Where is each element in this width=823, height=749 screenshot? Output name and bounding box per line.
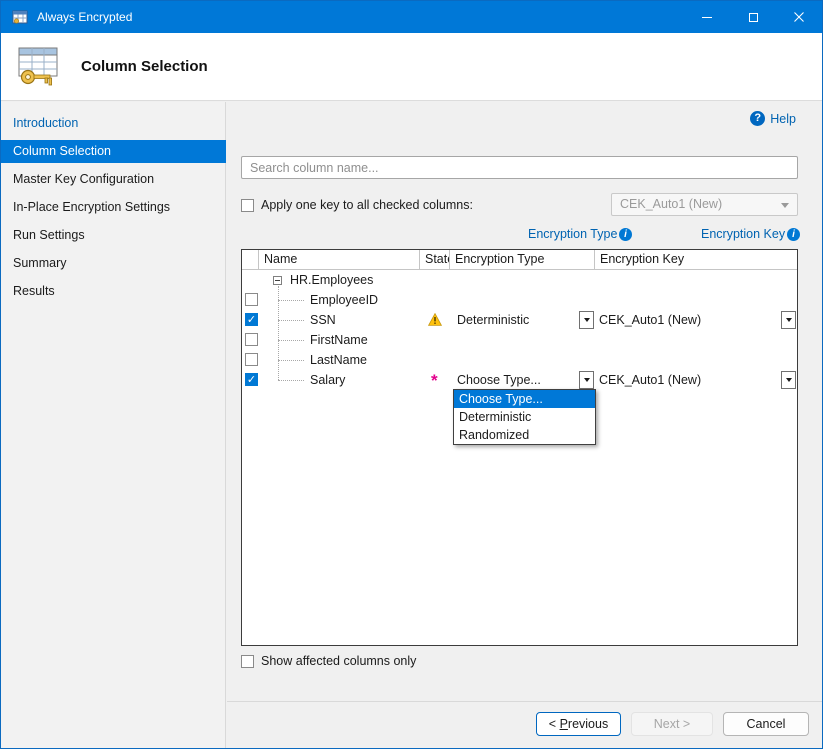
previous-label-rest: revious [568,717,608,731]
help-link[interactable]: ? Help [750,111,796,126]
dropdown-arrow-icon [786,318,792,322]
wizard-header: Column Selection [1,33,822,101]
minimize-icon [702,17,712,18]
sidebar-item-master-key-configuration[interactable]: Master Key Configuration [1,168,226,191]
tree-connector-line [278,300,304,301]
previous-button[interactable]: < Previous [536,712,621,736]
encryption-key-dropdown-button[interactable] [781,311,796,329]
grid-header-checkbox-col [242,250,259,270]
sidebar-item-summary[interactable]: Summary [1,252,226,275]
footer-divider [227,701,823,702]
table-group-label[interactable]: HR.Employees [290,270,373,290]
required-icon: * [431,374,438,388]
tree-connector-line [278,360,304,361]
sidebar-item-run-settings[interactable]: Run Settings [1,224,226,247]
encryption-type-dropdown-button[interactable] [579,311,594,329]
previous-accesskey: P [560,717,568,731]
grid-header-encryption-type[interactable]: Encryption Type [450,250,595,270]
column-name[interactable]: SSN [310,310,336,330]
tree-connector-line [278,320,304,321]
tree-connector-line [278,380,304,381]
warning-icon [428,313,442,326]
dropdown-arrow-icon [584,378,590,382]
window-controls [684,1,822,33]
row-checkbox-employeeid[interactable] [245,293,258,306]
encryption-key-dropdown-button[interactable] [781,371,796,389]
maximize-icon [749,13,758,22]
next-button[interactable]: Next > [631,712,713,736]
cancel-button[interactable]: Cancel [723,712,809,736]
dropdown-option-choose-type[interactable]: Choose Type... [454,390,595,408]
always-encrypted-wizard-window: Always Encrypted Colu [0,0,823,749]
window-title: Always Encrypted [37,10,132,24]
encryption-key-link[interactable]: Encryption Key [701,227,785,241]
sidebar-item-column-selection[interactable]: Column Selection [1,140,226,163]
encryption-key-value: CEK_Auto1 (New) [599,310,701,330]
encryption-type-link[interactable]: Encryption Type [528,227,617,241]
chevron-down-icon [781,203,789,208]
grid-header-name[interactable]: Name [259,250,420,270]
help-icon: ? [750,111,765,126]
columns-grid: Name State Encryption Type Encryption Ke… [241,249,798,646]
column-name[interactable]: Salary [310,370,345,390]
close-button[interactable] [776,1,822,33]
maximize-button[interactable] [730,1,776,33]
minimize-button[interactable] [684,1,730,33]
show-affected-checkbox[interactable] [241,655,254,668]
page-title: Column Selection [81,33,208,101]
dropdown-arrow-icon [584,318,590,322]
previous-label: < [549,717,560,731]
apply-key-label: Apply one key to all checked columns: [261,198,473,212]
column-name[interactable]: FirstName [310,330,368,350]
grid-header-encryption-key[interactable]: Encryption Key [595,250,797,270]
encryption-type-value: Choose Type... [457,370,541,390]
encryption-type-info-icon[interactable]: i [619,228,632,241]
column-name[interactable]: EmployeeID [310,290,378,310]
encryption-key-value: CEK_Auto1 (New) [599,370,701,390]
wizard-steps-sidebar: Introduction Column Selection Master Key… [1,102,226,749]
tree-connector-line [278,340,304,341]
encryption-key-info-icon[interactable]: i [787,228,800,241]
close-icon [794,12,804,22]
column-name[interactable]: LastName [310,350,367,370]
dropdown-option-randomized[interactable]: Randomized [454,426,595,444]
row-checkbox-lastname[interactable] [245,353,258,366]
title-bar[interactable]: Always Encrypted [1,1,822,33]
apply-key-combobox[interactable]: CEK_Auto1 (New) [611,193,798,216]
sidebar-item-in-place-encryption-settings[interactable]: In-Place Encryption Settings [1,196,226,219]
dropdown-option-deterministic[interactable]: Deterministic [454,408,595,426]
row-checkbox-firstname[interactable] [245,333,258,346]
apply-key-checkbox[interactable] [241,199,254,212]
encryption-type-dropdown-list: Choose Type... Deterministic Randomized [453,389,596,445]
row-checkbox-salary[interactable]: ✓ [245,373,258,386]
sidebar-item-results[interactable]: Results [1,280,226,303]
app-icon [12,9,28,25]
encryption-type-value: Deterministic [457,310,529,330]
row-checkbox-ssn[interactable]: ✓ [245,313,258,326]
search-column-input[interactable] [241,156,798,179]
apply-key-row: Apply one key to all checked columns: [241,194,473,216]
sidebar-item-introduction[interactable]: Introduction [1,112,226,135]
apply-key-value: CEK_Auto1 (New) [620,197,722,211]
grid-header-row: Name State Encryption Type Encryption Ke… [242,250,797,270]
grid-header-state[interactable]: State [420,250,450,270]
help-label: Help [770,112,796,126]
encryption-type-dropdown-button[interactable] [579,371,594,389]
tree-collapse-icon[interactable] [273,276,282,285]
show-affected-row: Show affected columns only [241,654,416,668]
show-affected-label: Show affected columns only [261,654,416,668]
dropdown-arrow-icon [786,378,792,382]
table-key-icon [14,44,62,90]
